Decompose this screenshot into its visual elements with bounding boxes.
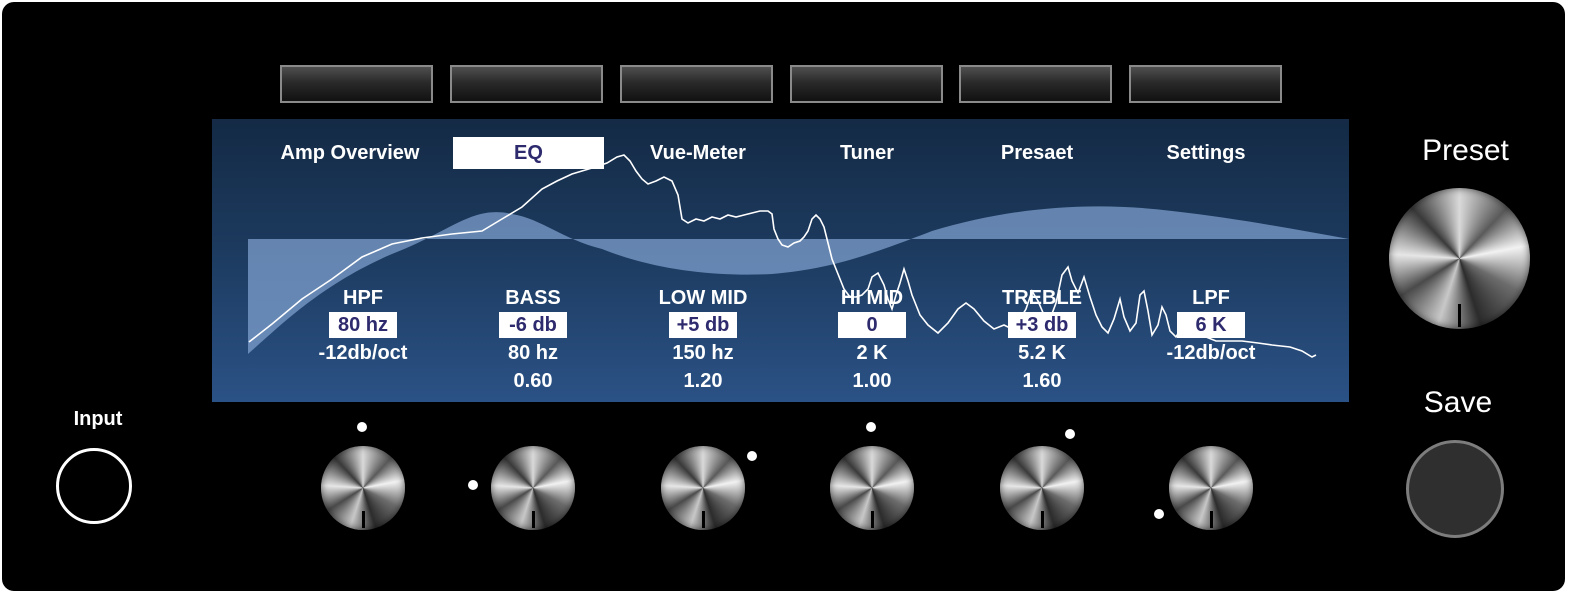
knob-position-dot	[468, 480, 478, 490]
band-name: HI MID	[840, 287, 904, 309]
input-jack-icon[interactable]	[56, 448, 132, 524]
band-value: -6 db	[499, 312, 567, 338]
band-frequency: 5.2 K	[1018, 342, 1066, 364]
band-hi-mid: HI MID 0 2 K 1.00	[797, 284, 947, 395]
preset-knob-icon[interactable]	[1389, 188, 1530, 329]
preset-label: Preset	[1422, 134, 1509, 167]
tab-tuner[interactable]: Tuner	[791, 137, 943, 169]
tab-vue-meter[interactable]: Vue-Meter	[622, 137, 774, 169]
soft-button-6[interactable]	[1129, 65, 1282, 103]
band-q: 0.60	[513, 370, 553, 392]
lpf-knob-icon[interactable]	[1169, 446, 1253, 530]
soft-button-5[interactable]	[959, 65, 1112, 103]
amp-panel: Amp Overview EQ Vue-Meter Tuner Presaet …	[2, 2, 1565, 591]
band-q	[1136, 367, 1286, 395]
band-frequency: 2 K	[856, 342, 888, 364]
band-frequency: 80 hz	[507, 342, 559, 364]
band-bass: BASS -6 db 80 hz 0.60	[458, 284, 608, 395]
band-name: TREBLE	[1002, 287, 1082, 309]
band-detail: -12db/oct	[318, 342, 408, 364]
band-value: +5 db	[669, 312, 737, 338]
band-q	[288, 367, 438, 395]
soft-button-2[interactable]	[450, 65, 603, 103]
eq-display: Amp Overview EQ Vue-Meter Tuner Presaet …	[212, 119, 1349, 402]
band-low-mid: LOW MID +5 db 150 hz 1.20	[628, 284, 778, 395]
band-q: 1.00	[852, 370, 892, 392]
hi-mid-knob-icon[interactable]	[830, 446, 914, 530]
band-name: LPF	[1192, 287, 1230, 309]
band-value: 0	[838, 312, 906, 338]
knob-position-dot	[357, 422, 367, 432]
bass-knob-icon[interactable]	[491, 446, 575, 530]
knob-position-dot	[866, 422, 876, 432]
band-q: 1.60	[1022, 370, 1062, 392]
knob-position-dot	[1154, 509, 1164, 519]
low-mid-knob-icon[interactable]	[661, 446, 745, 530]
band-value: 80 hz	[329, 312, 397, 338]
knob-position-dot	[747, 451, 757, 461]
hpf-knob-icon[interactable]	[321, 446, 405, 530]
knob-position-dot	[1065, 429, 1075, 439]
band-name: BASS	[505, 287, 561, 309]
soft-button-3[interactable]	[620, 65, 773, 103]
tab-presaet[interactable]: Presaet	[961, 137, 1113, 169]
save-label: Save	[1423, 386, 1493, 419]
soft-button-4[interactable]	[790, 65, 943, 103]
tab-amp-overview[interactable]: Amp Overview	[274, 137, 426, 169]
tab-settings[interactable]: Settings	[1130, 137, 1282, 169]
band-hpf: HPF 80 hz -12db/oct	[288, 284, 438, 395]
band-name: HPF	[343, 287, 383, 309]
band-q: 1.20	[683, 370, 723, 392]
band-treble: TREBLE +3 db 5.2 K 1.60	[967, 284, 1117, 395]
band-value: 6 K	[1177, 312, 1245, 338]
tab-eq[interactable]: EQ	[453, 137, 604, 169]
soft-button-1[interactable]	[280, 65, 433, 103]
band-lpf: LPF 6 K -12db/oct	[1136, 284, 1286, 395]
save-button[interactable]	[1406, 440, 1504, 538]
band-value: +3 db	[1008, 312, 1076, 338]
input-label: Input	[73, 408, 123, 430]
band-name: LOW MID	[658, 287, 748, 309]
band-frequency: 150 hz	[672, 342, 734, 364]
band-detail: -12db/oct	[1166, 342, 1256, 364]
treble-knob-icon[interactable]	[1000, 446, 1084, 530]
